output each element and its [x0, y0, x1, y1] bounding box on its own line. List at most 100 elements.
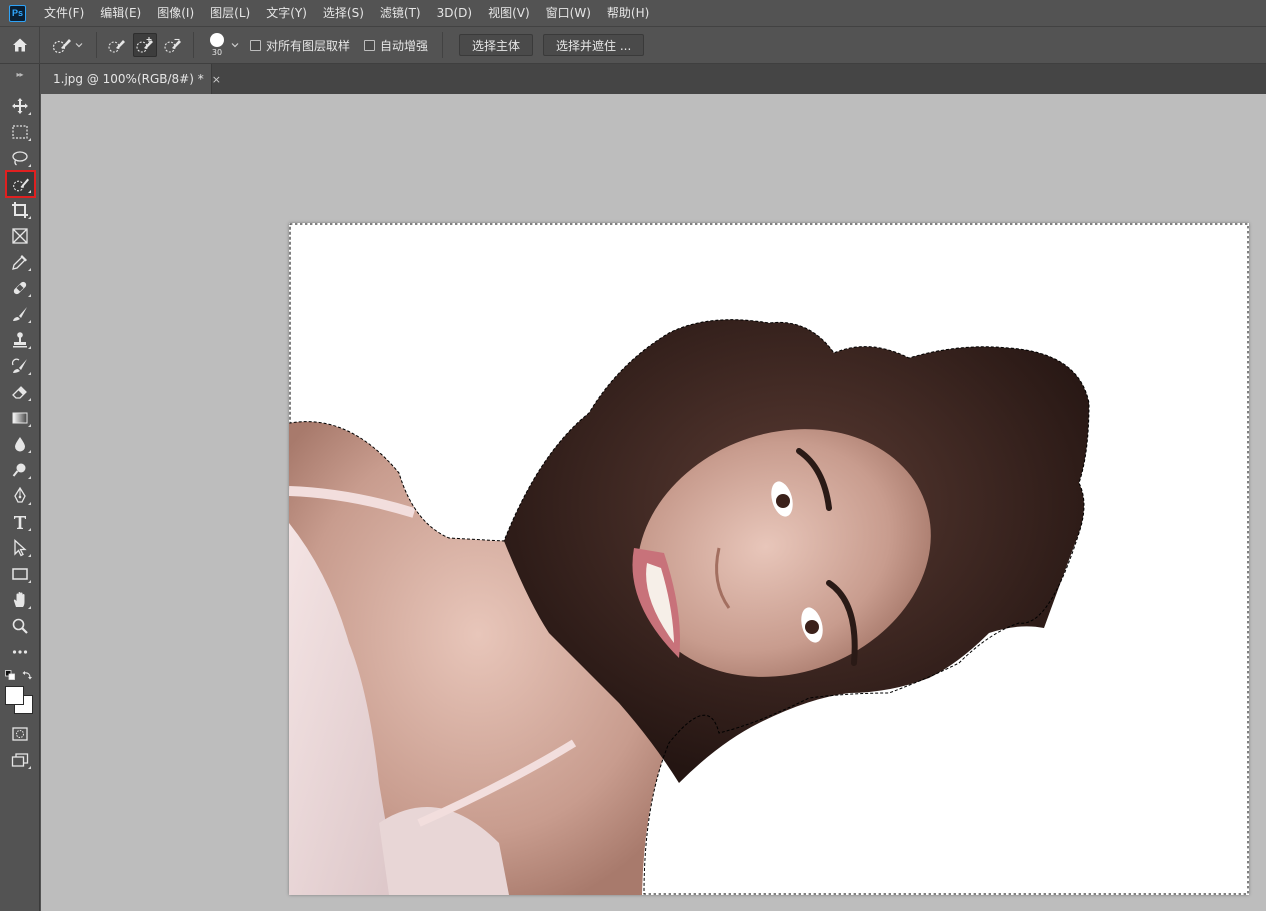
crop-tool[interactable] — [6, 198, 34, 222]
history-brush-icon — [11, 358, 27, 373]
document-tab[interactable]: 1.jpg @ 100%(RGB/8#) * × — [41, 64, 221, 94]
lasso-icon — [12, 151, 28, 166]
flyout-indicator — [28, 294, 31, 297]
hand-tool[interactable] — [6, 588, 34, 612]
flyout-indicator — [28, 320, 31, 323]
divider — [193, 32, 194, 58]
dodge-tool[interactable] — [6, 458, 34, 482]
default-colors-icon[interactable] — [5, 670, 15, 680]
select-subject-button[interactable]: 选择主体 — [459, 34, 534, 56]
arrow-pointer-icon — [14, 539, 27, 557]
frame-tool[interactable] — [6, 224, 34, 248]
move-tool[interactable] — [6, 94, 34, 118]
drop-icon — [15, 437, 25, 452]
flyout-indicator — [28, 164, 31, 167]
blur-tool[interactable] — [6, 432, 34, 456]
new-selection-icon — [108, 40, 125, 53]
add-to-selection-button[interactable] — [133, 33, 157, 57]
gradient-icon — [12, 412, 28, 424]
rectangular-marquee-icon — [12, 125, 28, 139]
swap-colors-icon[interactable] — [22, 670, 33, 681]
quick-selection-tool[interactable] — [5, 170, 36, 198]
pupil-right — [805, 620, 819, 634]
screen-mode-icon — [11, 753, 29, 767]
quick-mask-button[interactable] — [6, 722, 34, 746]
stamp-icon — [13, 332, 27, 348]
auto-enhance-checkbox[interactable]: 自动增强 — [364, 37, 428, 54]
menu-edit[interactable]: 编辑(E) — [92, 0, 149, 26]
flyout-indicator — [28, 502, 31, 505]
brush-tool[interactable] — [6, 302, 34, 326]
subtract-from-selection-icon — [164, 38, 181, 53]
tools-panel: ▸▸ — [0, 64, 40, 911]
brush-tip-icon — [210, 33, 224, 47]
chevron-down-icon — [75, 43, 83, 48]
flyout-indicator — [28, 138, 31, 141]
divider — [442, 32, 444, 58]
canvas-workspace[interactable] — [41, 94, 1266, 911]
toolbar-collapse-handle[interactable]: ▸▸ — [0, 64, 39, 84]
bandage-icon — [13, 281, 27, 295]
menu-help[interactable]: 帮助(H) — [599, 0, 657, 26]
menu-filter[interactable]: 滤镜(T) — [372, 0, 429, 26]
menu-bar: Ps 文件(F) 编辑(E) 图像(I) 图层(L) 文字(Y) 选择(S) 滤… — [0, 0, 1266, 26]
photoshop-logo[interactable]: Ps — [9, 4, 26, 22]
subtract-from-selection-button[interactable] — [161, 33, 185, 57]
clone-stamp-tool[interactable] — [6, 328, 34, 352]
close-icon[interactable]: × — [212, 73, 221, 86]
history-brush-tool[interactable] — [6, 354, 34, 378]
menu-type[interactable]: 文字(Y) — [258, 0, 315, 26]
flyout-indicator — [28, 268, 31, 271]
menu-layer[interactable]: 图层(L) — [202, 0, 258, 26]
edit-toolbar-button[interactable] — [6, 640, 34, 664]
auto-enhance-label: 自动增强 — [380, 38, 429, 53]
type-tool[interactable] — [6, 510, 34, 534]
marquee-tool[interactable] — [6, 120, 34, 144]
menu-3d[interactable]: 3D(D) — [429, 0, 480, 26]
checkbox-box[interactable] — [250, 39, 261, 51]
brush-size-value: 30 — [211, 48, 223, 57]
type-icon — [14, 516, 26, 529]
rectangle-tool[interactable] — [6, 562, 34, 586]
eraser-tool[interactable] — [6, 380, 34, 404]
flyout-indicator — [28, 580, 31, 583]
frame-icon — [12, 228, 28, 244]
screen-mode-button[interactable] — [6, 748, 34, 772]
menu-window[interactable]: 窗口(W) — [538, 0, 599, 26]
divider — [96, 32, 97, 58]
chevron-down-icon[interactable] — [230, 40, 240, 50]
pen-icon — [14, 487, 26, 503]
flyout-indicator — [28, 554, 31, 557]
add-to-selection-icon — [136, 37, 153, 53]
healing-brush-tool[interactable] — [6, 276, 34, 300]
eyedropper-tool[interactable] — [6, 250, 34, 274]
brush-size-picker[interactable]: 30 — [206, 33, 228, 57]
crop-icon — [12, 202, 28, 218]
flyout-indicator — [28, 476, 31, 479]
foreground-color-swatch[interactable] — [5, 686, 24, 705]
sample-all-layers-label: 对所有图层取样 — [266, 38, 351, 53]
sample-all-layers-checkbox[interactable]: 对所有图层取样 — [250, 37, 350, 54]
home-button[interactable] — [0, 26, 40, 64]
hand-icon — [13, 592, 25, 607]
menu-image[interactable]: 图像(I) — [149, 0, 202, 26]
menu-select[interactable]: 选择(S) — [315, 0, 372, 26]
quick-mask-icon — [12, 727, 28, 741]
pen-tool[interactable] — [6, 484, 34, 508]
document-tab-bar: 1.jpg @ 100%(RGB/8#) * × — [41, 64, 1266, 94]
eraser-icon — [12, 386, 27, 399]
eyedropper-icon — [12, 255, 27, 270]
new-selection-button[interactable] — [105, 33, 129, 57]
select-and-mask-button[interactable]: 选择并遮住 ... — [543, 34, 645, 56]
document-canvas[interactable] — [289, 223, 1249, 895]
checkbox-box[interactable] — [364, 39, 376, 51]
flyout-indicator — [28, 766, 31, 769]
lasso-tool[interactable] — [6, 146, 34, 170]
zoom-tool[interactable] — [6, 614, 34, 638]
tool-preset-picker[interactable] — [52, 35, 84, 55]
menu-file[interactable]: 文件(F) — [36, 0, 92, 26]
path-selection-tool[interactable] — [6, 536, 34, 560]
gradient-tool[interactable] — [6, 406, 34, 430]
flyout-indicator — [28, 424, 31, 427]
menu-view[interactable]: 视图(V) — [480, 0, 538, 26]
